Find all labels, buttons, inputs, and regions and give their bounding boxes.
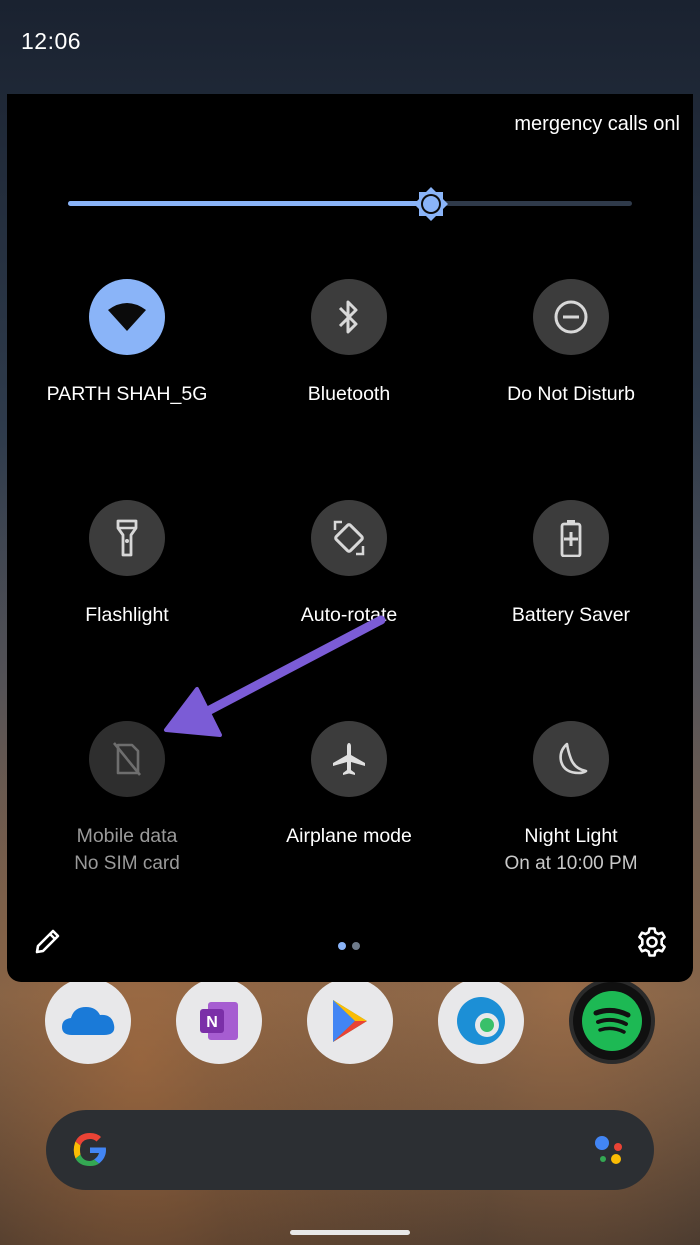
tile-sublabel: On at 10:00 PM [504,853,638,874]
brightness-slider[interactable] [68,201,632,206]
pencil-icon[interactable] [33,926,63,956]
google-search-bar[interactable] [46,1110,654,1190]
tile-auto-rotate[interactable]: Auto-rotate [239,500,459,629]
no-sim-icon [112,742,142,776]
tile-sublabel: No SIM card [74,853,180,874]
tile-mobile-data[interactable]: Mobile data No SIM card [17,721,237,877]
tile-label: PARTH SHAH_5G [46,383,208,405]
carrier-text: mergency calls onl [514,113,680,135]
tile-label: Battery Saver [511,604,631,626]
assistant-icon[interactable] [592,1132,628,1168]
app-dock: N [0,978,700,1068]
night-light-tile-button[interactable] [533,721,609,797]
tile-label: Do Not Disturb [507,383,635,405]
airplane-icon [333,743,365,775]
tile-label: Mobile data [76,825,178,847]
tile-airplane-mode[interactable]: Airplane mode [239,721,459,850]
tile-night-light[interactable]: Night Light On at 10:00 PM [461,721,681,877]
dnd-tile-button[interactable] [533,279,609,355]
flashlight-icon [116,519,138,557]
page-dot-active [338,942,346,950]
wifi-icon [108,303,146,331]
flashlight-tile-button[interactable] [89,500,165,576]
night-light-icon [559,742,588,775]
tile-label: Night Light [524,825,618,847]
wifi-tile-button[interactable] [89,279,165,355]
tile-battery-saver[interactable]: Battery Saver [461,500,681,629]
mobile-data-tile-button[interactable] [89,721,165,797]
tile-label: Airplane mode [286,825,412,847]
tile-label: Auto-rotate [300,604,398,626]
auto-rotate-icon [333,520,365,556]
tile-wifi[interactable]: PARTH SHAH_5G [17,279,237,408]
onenote-app-icon[interactable]: N [176,978,262,1064]
edge-app-icon[interactable] [438,978,524,1064]
tile-flashlight[interactable]: Flashlight [17,500,237,629]
airplane-tile-button[interactable] [311,721,387,797]
battery-saver-icon [560,520,582,557]
onedrive-app-icon[interactable] [45,978,131,1064]
status-bar-time: 12:06 [21,28,82,54]
svg-text:N: N [206,1014,218,1031]
gesture-nav-handle[interactable] [290,1230,410,1235]
brightness-thumb-icon[interactable] [413,186,449,222]
spotify-app-icon[interactable] [569,978,655,1064]
page-dot [352,942,360,950]
tile-do-not-disturb[interactable]: Do Not Disturb [461,279,681,408]
battery-saver-tile-button[interactable] [533,500,609,576]
gear-icon[interactable] [636,926,668,958]
bluetooth-tile-button[interactable] [311,279,387,355]
google-g-icon [73,1133,106,1166]
tile-label: Bluetooth [307,383,391,405]
tile-bluetooth[interactable]: Bluetooth [239,279,459,408]
page-indicator [338,937,366,955]
play-store-app-icon[interactable] [307,978,393,1064]
do-not-disturb-icon [554,300,588,334]
auto-rotate-tile-button[interactable] [311,500,387,576]
brightness-fill [68,201,432,206]
bluetooth-icon [338,300,358,334]
tile-label: Flashlight [85,604,169,626]
